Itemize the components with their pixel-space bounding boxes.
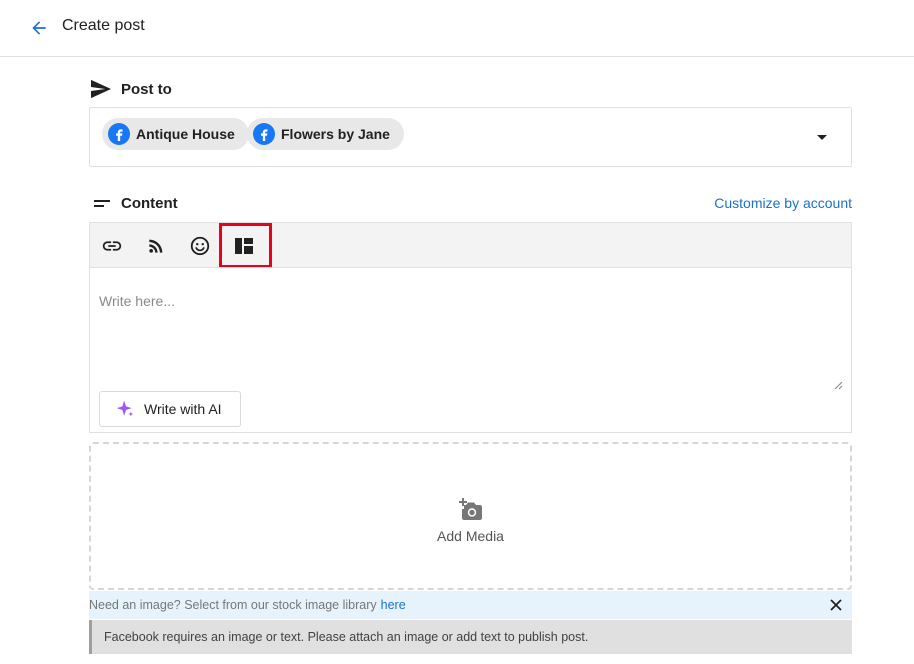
accounts-dropdown-toggle[interactable] — [815, 132, 829, 144]
add-media-label: Add Media — [437, 528, 504, 544]
stock-image-link[interactable]: here — [381, 598, 406, 612]
post-to-label: Post to — [121, 80, 172, 98]
page-title: Create post — [62, 17, 145, 34]
emoji-button[interactable] — [186, 232, 214, 260]
write-with-ai-label: Write with AI — [144, 401, 222, 417]
add-photo-icon — [457, 496, 485, 524]
add-media-dropzone[interactable]: Add Media — [89, 442, 852, 590]
page-header: Create post — [0, 0, 914, 57]
link-icon — [102, 241, 122, 251]
stock-image-text: Need an image? Select from our stock ima… — [89, 598, 377, 612]
insert-link-button[interactable] — [98, 232, 126, 260]
caret-down-icon — [817, 135, 827, 140]
sparkle-icon — [114, 398, 136, 420]
facebook-icon — [253, 123, 275, 145]
post-to-selector[interactable]: Antique House Flowers by Jane — [89, 107, 852, 167]
content-label: Content — [121, 194, 178, 212]
post-text-input[interactable] — [90, 268, 851, 392]
account-chip-label: Flowers by Jane — [281, 126, 390, 142]
publish-warning-text: Facebook requires an image or text. Plea… — [104, 630, 589, 644]
rss-icon — [149, 239, 163, 253]
back-button[interactable] — [26, 15, 52, 41]
editor-toolbar — [89, 222, 852, 268]
write-with-ai-button[interactable]: Write with AI — [99, 391, 241, 427]
close-banner-button[interactable] — [828, 597, 844, 613]
rss-feed-button[interactable] — [142, 232, 170, 260]
customize-by-account-link[interactable]: Customize by account — [714, 195, 852, 211]
templates-button-highlight — [219, 223, 272, 268]
resize-handle-icon[interactable] — [833, 380, 843, 390]
close-icon — [830, 599, 842, 611]
short-text-icon — [89, 191, 113, 215]
facebook-icon — [108, 123, 130, 145]
emoji-icon — [190, 236, 210, 256]
publish-warning: Facebook requires an image or text. Plea… — [89, 620, 852, 654]
account-chip-antique-house[interactable]: Antique House — [102, 118, 249, 150]
send-icon — [89, 77, 113, 101]
stock-image-banner: Need an image? Select from our stock ima… — [89, 591, 852, 619]
content-heading: Content — [89, 191, 178, 215]
account-chip-flowers-by-jane[interactable]: Flowers by Jane — [247, 118, 404, 150]
post-editor: Write with AI — [89, 267, 852, 433]
account-chip-label: Antique House — [136, 126, 235, 142]
post-to-heading: Post to — [89, 77, 172, 101]
arrow-left-icon — [32, 21, 46, 35]
